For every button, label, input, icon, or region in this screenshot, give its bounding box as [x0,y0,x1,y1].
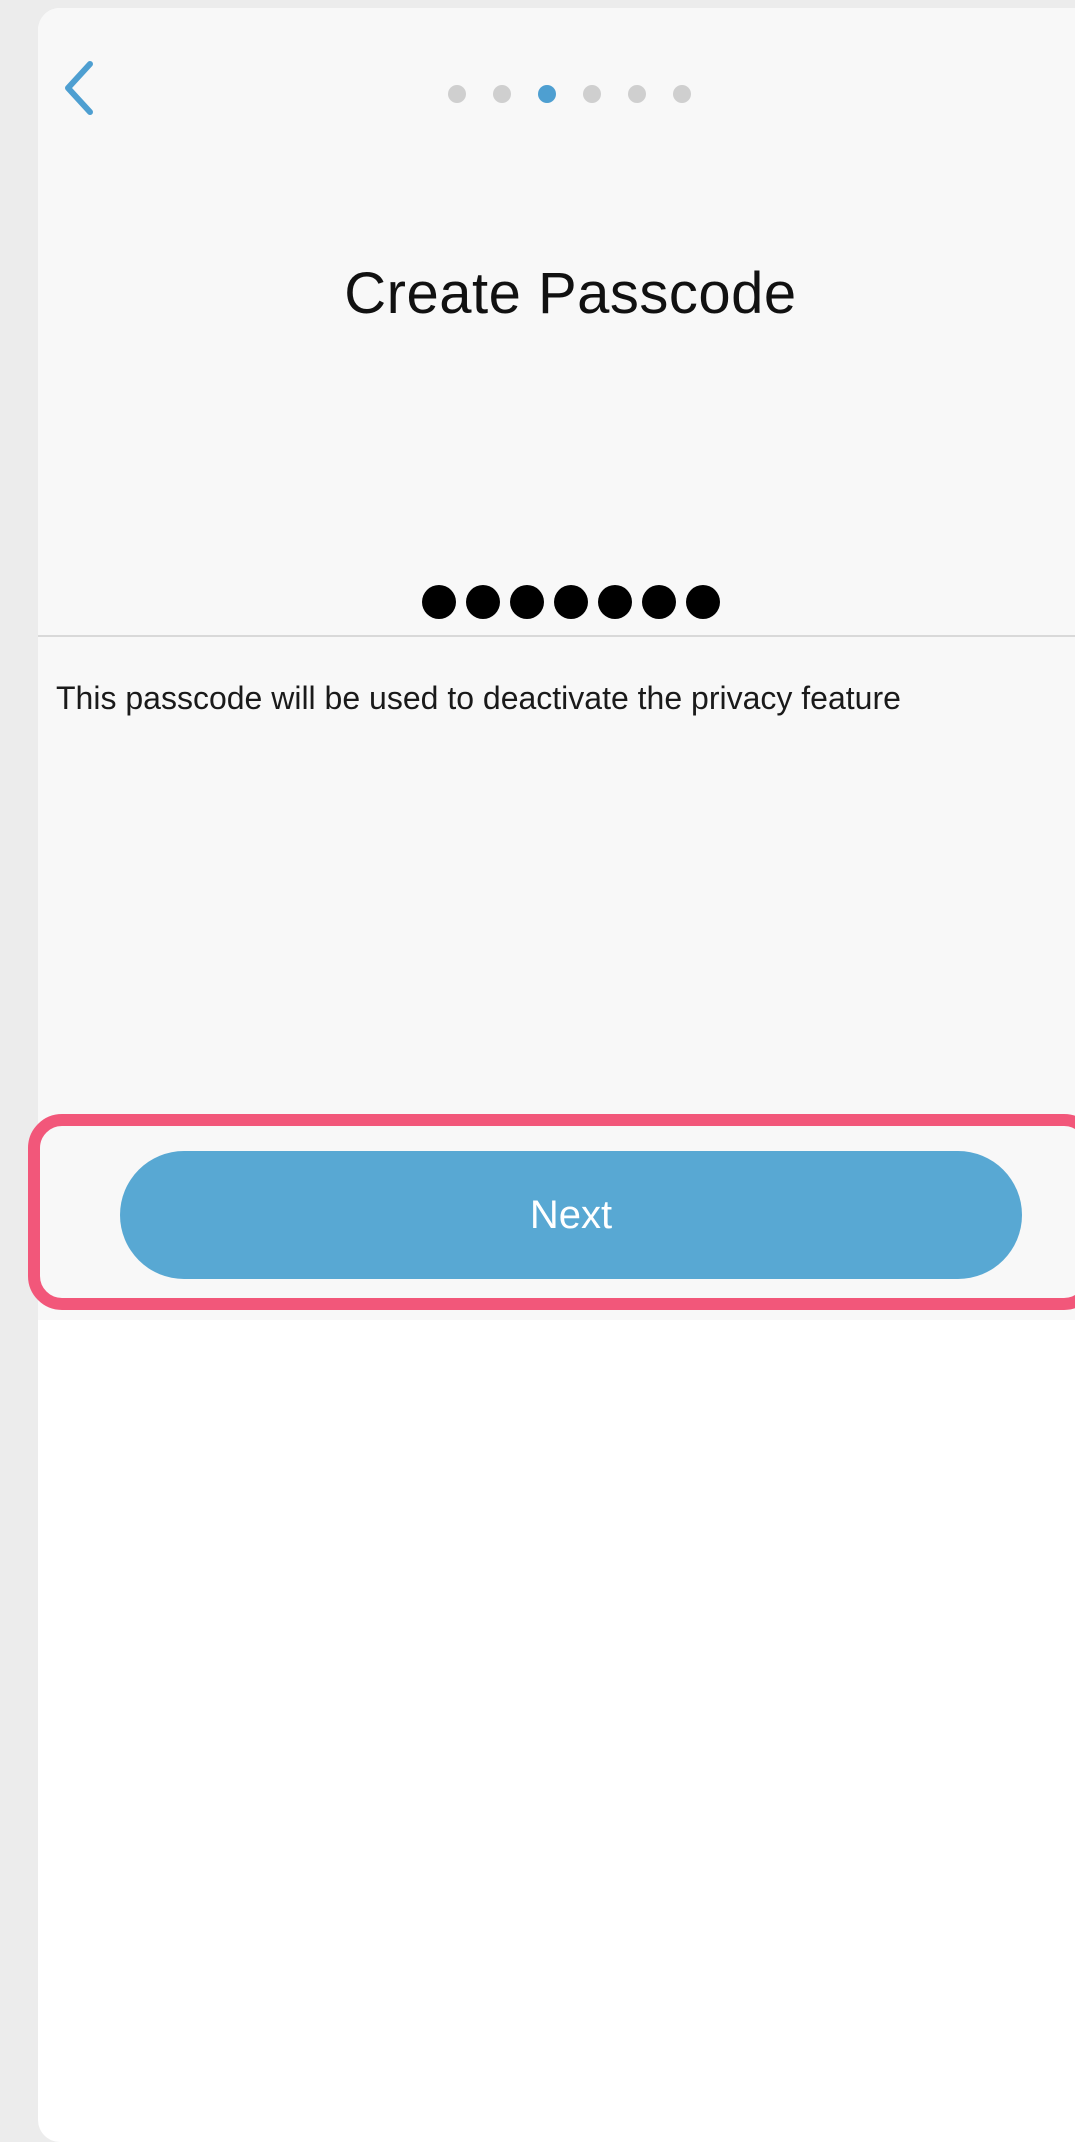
passcode-mask-dot [597,585,632,619]
step-dot [583,85,601,103]
step-dot [493,85,511,103]
divider [38,635,1075,637]
highlight-annotation [28,1114,1075,1310]
passcode-mask-dot [553,585,588,619]
page-title: Create Passcode [344,261,797,326]
chevron-left-icon [60,56,100,120]
back-button[interactable] [60,56,100,120]
step-indicator [448,85,691,103]
passcode-mask-dot [509,585,544,619]
passcode-mask-dot [465,585,500,619]
passcode-mask-dot [421,585,456,619]
step-dot-active [538,85,556,103]
screen: Create Passcode This passcode will be us… [38,8,1075,2142]
step-dot [448,85,466,103]
step-dot [628,85,646,103]
passcode-mask-dot [641,585,676,619]
passcode-mask-dot [685,585,720,619]
passcode-hint: This passcode will be used to deactivate… [56,680,901,716]
step-dot [673,85,691,103]
passcode-field[interactable] [38,568,1075,636]
